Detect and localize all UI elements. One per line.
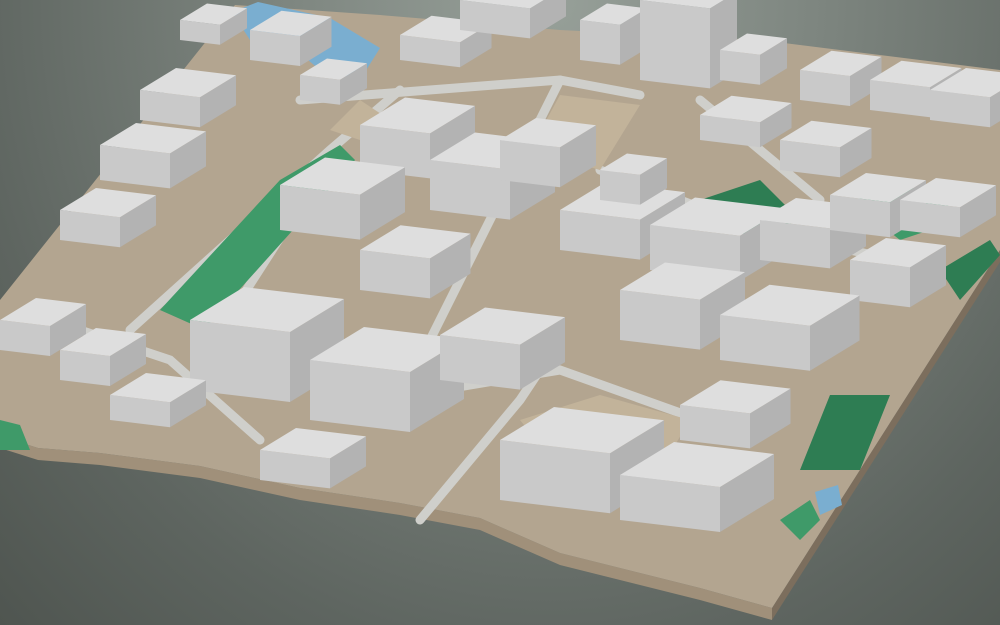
building-face-front	[250, 30, 300, 66]
building-face-front	[280, 185, 360, 240]
building-face-front	[500, 140, 560, 188]
building-face-front	[760, 220, 830, 269]
building-face-front	[310, 360, 410, 432]
building-face-front	[300, 75, 340, 105]
building-face-front	[720, 50, 760, 85]
building-face-front	[430, 160, 510, 220]
building-face-front	[640, 0, 710, 89]
building-face-front	[800, 70, 850, 106]
building-face-front	[0, 320, 50, 356]
building-face-front	[620, 290, 700, 350]
building-face-front	[360, 250, 430, 299]
building-face-front	[600, 170, 640, 205]
building-face-front	[440, 335, 520, 390]
building-face-front	[830, 195, 890, 238]
city-model-scene	[0, 0, 1000, 620]
building-face-front	[580, 20, 620, 65]
building-face-front	[60, 350, 110, 386]
